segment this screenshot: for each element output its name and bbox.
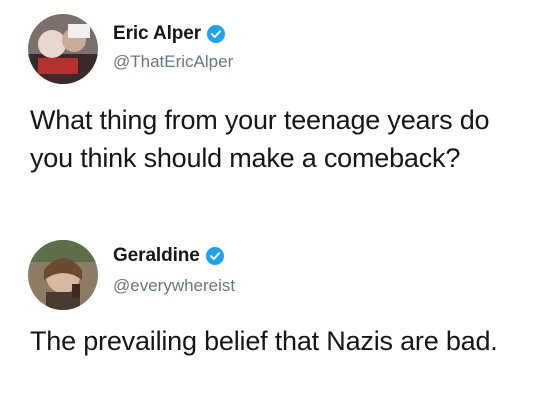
display-name[interactable]: Geraldine [113, 245, 200, 267]
verified-badge-icon [207, 25, 226, 43]
handle[interactable]: @everywhereist [113, 276, 235, 296]
verified-badge-icon [205, 247, 224, 265]
avatar[interactable] [28, 240, 98, 310]
display-name[interactable]: Eric Alper [113, 23, 201, 45]
tweet-text: The prevailing belief that Nazis are bad… [30, 326, 498, 356]
author-row[interactable]: Eric Alper [113, 22, 226, 46]
handle[interactable]: @ThatEricAlper [113, 52, 233, 72]
tweet-original[interactable]: Eric Alper @ThatEricAlper What thing fro… [0, 0, 540, 225]
avatar[interactable] [28, 14, 98, 84]
tweet-text: What thing from your teenage years do yo… [30, 105, 490, 173]
author-row[interactable]: Geraldine [113, 244, 224, 268]
